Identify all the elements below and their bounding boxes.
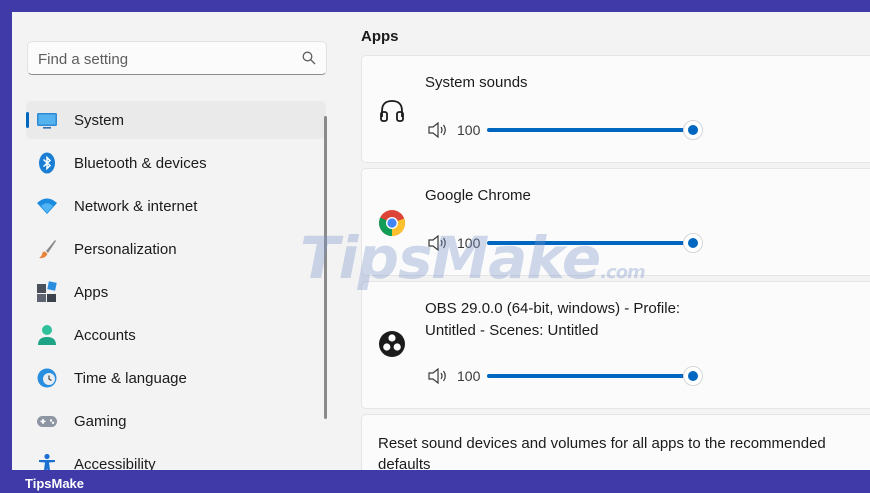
app-name: System sounds: [425, 74, 528, 91]
reset-text-line1: Reset sound devices and volumes for all …: [378, 435, 826, 452]
volume-value: 100: [457, 122, 481, 138]
volume-row: 100: [428, 233, 728, 253]
chrome-icon: [379, 210, 406, 237]
selection-indicator: [26, 112, 29, 128]
slider-thumb[interactable]: [683, 366, 703, 386]
sidebar-item-label: Personalization: [74, 241, 177, 258]
apps-icon: [37, 281, 57, 302]
speaker-icon[interactable]: [428, 368, 448, 384]
footer-brand-bar: TipsMake: [0, 474, 870, 493]
account-icon: [38, 325, 56, 345]
app-volume-card-system-sounds: System sounds 100: [361, 55, 870, 163]
sidebar-item-accounts[interactable]: Accounts: [26, 316, 326, 354]
sidebar-item-accessibility[interactable]: Accessibility: [26, 445, 326, 470]
reset-volumes-card[interactable]: Reset sound devices and volumes for all …: [361, 414, 870, 470]
speaker-icon[interactable]: [428, 235, 448, 251]
sidebar-item-personalization[interactable]: Personalization: [26, 230, 326, 268]
sidebar-item-system[interactable]: System: [26, 101, 326, 139]
bluetooth-icon: [39, 152, 55, 174]
settings-window: System Bluetooth & devices Network & int…: [12, 12, 870, 470]
volume-row: 100: [428, 120, 728, 140]
app-name: Google Chrome: [425, 187, 531, 204]
search-box[interactable]: [27, 41, 327, 75]
search-icon[interactable]: [302, 51, 316, 65]
reset-text: Reset sound devices and volumes for all …: [378, 433, 858, 470]
sidebar-item-label: Accounts: [74, 327, 136, 344]
volume-slider[interactable]: [487, 233, 703, 253]
sidebar-item-network[interactable]: Network & internet: [26, 187, 326, 225]
volume-row: 100: [428, 366, 728, 386]
volume-value: 100: [457, 368, 481, 384]
sidebar-item-apps[interactable]: Apps: [26, 273, 326, 311]
sidebar-item-time-language[interactable]: Time & language: [26, 359, 326, 397]
brush-icon: [39, 240, 56, 259]
sidebar-item-label: Time & language: [74, 370, 187, 387]
volume-value: 100: [457, 235, 481, 251]
accessibility-icon: [39, 453, 55, 470]
slider-thumb[interactable]: [683, 120, 703, 140]
system-icon: [37, 113, 57, 129]
speaker-icon[interactable]: [428, 122, 448, 138]
app-volume-card-chrome: Google Chrome 100: [361, 168, 870, 276]
sidebar-item-label: Gaming: [74, 413, 127, 430]
sidebar-item-bluetooth[interactable]: Bluetooth & devices: [26, 144, 326, 182]
reset-text-line2: defaults: [378, 456, 431, 470]
volume-slider[interactable]: [487, 366, 703, 386]
app-name-line1: OBS 29.0.0 (64-bit, windows) - Profile:: [425, 300, 681, 317]
slider-track: [487, 241, 693, 245]
clock-globe-icon: [37, 368, 57, 388]
section-title: Apps: [361, 28, 399, 45]
slider-thumb[interactable]: [683, 233, 703, 253]
sidebar-item-label: System: [74, 112, 125, 129]
app-volume-card-obs: OBS 29.0.0 (64-bit, windows) - Profile: …: [361, 281, 870, 409]
footer-brand: TipsMake: [25, 476, 85, 491]
obs-icon: [379, 331, 405, 357]
sidebar-item-label: Apps: [74, 284, 109, 301]
wifi-icon: [37, 198, 57, 214]
sidebar-item-gaming[interactable]: Gaming: [26, 402, 326, 440]
sidebar-item-label: Network & internet: [74, 198, 198, 215]
slider-track: [487, 128, 693, 132]
sidebar-scrollbar[interactable]: [324, 116, 327, 419]
volume-slider[interactable]: [487, 120, 703, 140]
slider-track: [487, 374, 693, 378]
sidebar-item-label: Bluetooth & devices: [74, 155, 207, 172]
search-input[interactable]: [38, 49, 288, 69]
gamepad-icon: [37, 416, 57, 427]
app-name-line2: Untitled - Scenes: Untitled: [425, 322, 599, 339]
sidebar-item-label: Accessibility: [74, 456, 156, 470]
headphones-icon: [380, 100, 404, 122]
